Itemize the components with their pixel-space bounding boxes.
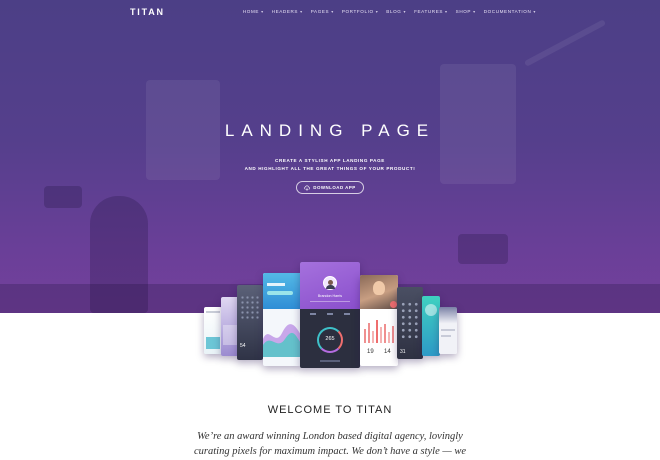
phone-screen-1 <box>204 307 222 354</box>
chevron-down-icon: ▾ <box>533 9 536 14</box>
nav-item-features[interactable]: FEATURES ▾ <box>414 9 448 14</box>
site-logo[interactable]: TITAN <box>130 7 165 17</box>
nav-item-label: FEATURES <box>414 9 444 14</box>
cloud-download-icon <box>304 185 311 191</box>
hero-subtitle-line1: CREATE A STYLISH APP LANDING PAGE <box>275 158 385 163</box>
download-app-label: DOWNLOAD APP <box>313 185 356 190</box>
nav-item-label: BLOG <box>386 9 402 14</box>
nav-item-label: DOCUMENTATION <box>483 9 532 14</box>
stat-b: 14 <box>384 349 391 355</box>
nav-item-label: HOME <box>242 9 260 14</box>
bg-photo-monitor-right <box>458 234 508 264</box>
gauge: 265 <box>317 327 343 353</box>
welcome-text-line1: We’re an award winning London based digi… <box>197 431 463 442</box>
nav-item-label: SHOP <box>455 9 472 14</box>
welcome-title: WELCOME TO TITAN <box>267 404 393 416</box>
nav-item-shop[interactable]: SHOP ▾ <box>456 9 476 14</box>
chevron-down-icon: ▾ <box>331 9 334 14</box>
chevron-down-icon: ▾ <box>300 9 303 14</box>
chevron-down-icon: ▾ <box>375 9 379 14</box>
chevron-down-icon: ▾ <box>403 9 407 14</box>
nav-item-label: PAGES <box>310 9 330 14</box>
bg-photo-monitor-left <box>44 186 82 208</box>
nav-item-label: HEADERS <box>271 9 299 14</box>
navbar: TITAN HOME ▾ HEADERS ▾ PAGES ▾ PORTFOLIO ▾ B… <box>0 0 660 24</box>
nav-item-blog[interactable]: BLOG ▾ <box>386 9 406 14</box>
stat-d: 31 <box>400 349 406 355</box>
hero-subtitle-line2: AND HIGHLIGHT ALL THE GREAT THINGS OF YO… <box>244 166 416 171</box>
nav-item-home[interactable]: HOME ▾ <box>243 9 264 14</box>
download-app-button[interactable]: DOWNLOAD APP <box>296 181 364 194</box>
nav-item-pages[interactable]: PAGES ▾ <box>311 9 334 14</box>
nav-item-label: PORTFOLIO <box>341 9 374 14</box>
bg-photo-desk <box>0 284 660 313</box>
wave-chart <box>263 324 301 357</box>
bg-photo-lamp <box>523 19 607 67</box>
nav-item-portfolio[interactable]: PORTFOLIO ▾ <box>342 9 378 14</box>
nav-item-documentation[interactable]: DOCUMENTATION ▾ <box>484 9 536 14</box>
phone-screen-9 <box>439 307 457 354</box>
stat-a: 19 <box>367 349 374 355</box>
nav-item-headers[interactable]: HEADERS ▾ <box>272 9 303 14</box>
main-menu: HOME ▾ HEADERS ▾ PAGES ▾ PORTFOLIO ▾ BLOG ▾ F… <box>243 9 536 14</box>
welcome-text-line2: curating pixels for maximum impact. We d… <box>194 446 466 457</box>
bar-chart-mini <box>364 320 394 343</box>
chevron-down-icon: ▾ <box>445 9 448 14</box>
stat-c: 54 <box>240 343 246 349</box>
hero-section: TITAN HOME ▾ HEADERS ▾ PAGES ▾ PORTFOLIO ▾ B… <box>0 0 660 313</box>
chevron-down-icon: ▾ <box>261 9 264 14</box>
hero-title: LANDING PAGE <box>224 121 436 140</box>
gauge-value: 265 <box>325 336 335 342</box>
chevron-down-icon: ▾ <box>473 9 476 14</box>
